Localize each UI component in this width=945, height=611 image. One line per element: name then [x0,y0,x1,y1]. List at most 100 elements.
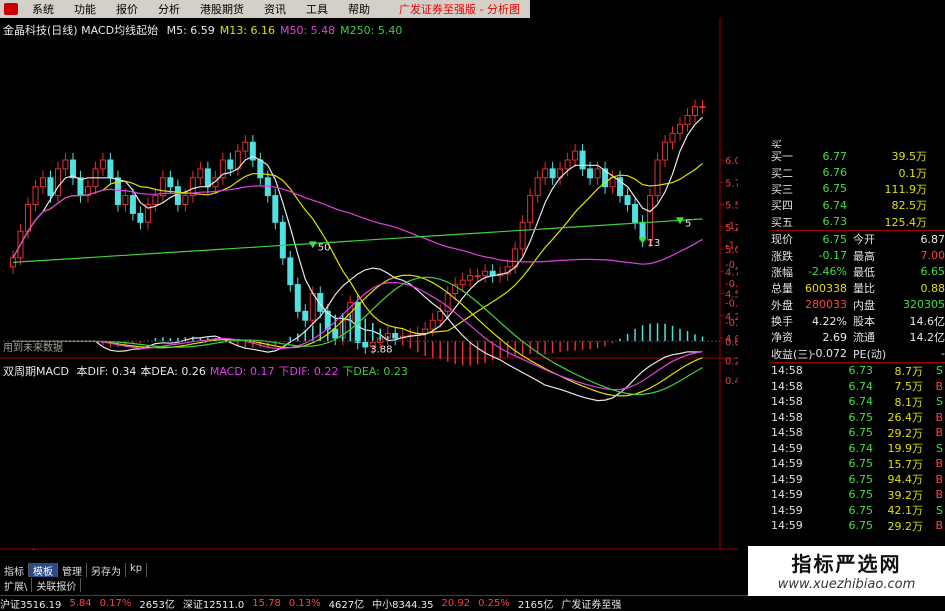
tick-side: B [935,488,943,502]
stat-label: 最高 [853,249,875,263]
tab-manage[interactable]: 管理 [58,563,87,578]
bid-row: 买五 6.73 125.4万 [771,214,945,230]
bid-volume: 111.9万 [884,182,928,196]
tick-side: B [935,379,943,393]
kline-chart[interactable]: 6.005.755.505.255.004.754.504.254.000.40… [0,18,738,550]
tick-time: 14:59 [771,472,803,486]
bid-row: 买四 6.74 82.5万 [771,197,945,213]
tab-indicator[interactable]: 指标 [0,563,29,578]
candle-body [624,195,631,206]
tick-time: 14:58 [771,410,803,424]
tick-row: 14:58 6.74 7.5万 B [771,379,945,395]
candle-body [474,275,481,278]
menu-item-hk-futures[interactable]: 港股期货 [190,1,254,17]
signal-label: 50 [318,242,331,253]
candle-body [107,159,114,179]
menu-item-quote[interactable]: 报价 [106,1,148,17]
tick-price: 6.73 [848,364,874,378]
bid-price: 6.75 [822,182,848,196]
tick-volume: 8.7万 [894,364,924,378]
candle-body [699,106,706,109]
macd-value: 本DEA: 0.26 [140,365,206,378]
tick-side: B [935,426,943,440]
stat-row: 现价 6.75 今开 6.87 [771,231,945,247]
bid-row: 买一 6.77 39.5万 [771,148,945,164]
tab-template[interactable]: 模板 [29,563,58,578]
index-status-bar: 沪证3516.19 5.84 0.17% 2653亿 深证12511.0 15.78 0.1… [0,595,945,611]
status-item: 中小8344.35 [372,599,434,611]
stat-value: 14.2亿 [909,331,945,345]
menu-item-system[interactable]: 系统 [22,1,64,17]
status-item: 2165亿 [517,599,554,611]
bid-label: 买三 [771,182,793,196]
tick-price: 6.75 [848,426,874,440]
tick-side: S [936,503,943,517]
candle-body [647,195,654,241]
menu-item-analysis[interactable]: 分析 [148,1,190,17]
quote-panel: 买 买一 6.77 39.5万 买二 6.76 0.1万 买三 6.75 111.9万 买四 6.7… [771,140,945,550]
candle-body [152,195,159,206]
macd-tick-label: 0.00 [725,337,738,348]
menu-item-help[interactable]: 帮助 [338,1,380,17]
candle-body [534,177,541,197]
secondary-tab-bar: 扩展\ 关联报价 [0,578,82,593]
chart-background [0,18,738,550]
stat-row: 换手 4.22% 股本 14.6亿 [771,313,945,329]
candle-body [692,106,699,116]
bid-volume: 125.4万 [884,215,928,229]
candle-body [482,270,489,277]
candle-body [287,257,294,286]
status-item: 0.25% [478,597,510,609]
tick-price: 6.74 [848,395,874,409]
status-item: 20.92 [441,597,471,609]
menu-item-news[interactable]: 资讯 [254,1,296,17]
stat-label: 换手 [771,315,793,329]
stat-row: 收益(三) -0.072 PE(动) - [771,346,945,362]
tab-save-as[interactable]: 另存为 [87,563,126,578]
status-item: 沪证3516.19 [0,599,62,611]
bid-price: 6.73 [822,215,848,229]
tick-price: 6.74 [848,379,874,393]
status-item: 5.84 [69,597,92,609]
tab-extend[interactable]: 扩展\ [0,578,33,593]
status-item: 0.17% [99,597,132,609]
indicator-tab-bar: 指标 模板 管理 另存为 kp [0,563,740,578]
menu-item-tools[interactable]: 工具 [296,1,338,17]
status-item: 深证12511.0 [182,599,245,611]
candle-body [564,159,571,170]
menu-item-function[interactable]: 功能 [64,1,106,17]
stat-label: PE(动) [853,347,887,361]
stat-label: 净资 [771,331,793,345]
candle-body [272,195,279,223]
candle-body [257,159,264,179]
indicator-name: MACD均线起始 [81,24,159,37]
tick-time: 14:58 [771,364,803,378]
price-tick-label: 5.75 [725,178,738,189]
tab-related-quote[interactable]: 关联报价 [32,578,82,593]
tick-time: 14:59 [771,503,803,517]
candle-body [549,168,556,179]
candle-body [594,168,601,179]
watermark: 指标严选网 www.xuezhibiao.com [748,546,945,596]
status-item: 2653亿 [139,599,175,611]
stat-label: 现价 [771,233,793,247]
tab-kp[interactable]: kp [126,563,148,577]
stat-value: 280033 [805,298,847,312]
stat-row: 净资 2.69 流通 14.2亿 [771,329,945,345]
candle-body [587,168,594,179]
watermark-title: 指标严选网 [791,552,902,576]
candle-body [309,293,316,321]
status-item: 15.78 [252,597,281,609]
tick-volume: 42.1万 [887,504,924,518]
stat-value: 6.75 [822,232,848,246]
candle-body [632,204,639,223]
signal-label: 3.88 [370,345,392,356]
candle-body [684,115,691,125]
status-item: 4627亿 [328,599,365,611]
tick-row: 14:59 6.74 19.9万 S [771,441,945,457]
candle-body [654,159,661,197]
candle-body [279,221,286,259]
stat-value: 0.88 [920,281,945,295]
macd-title-line: 双周期MACD 本DIF: 0.34 本DEA: 0.26 MACD: 0.17 下D… [3,363,408,379]
candle-body [429,319,436,330]
